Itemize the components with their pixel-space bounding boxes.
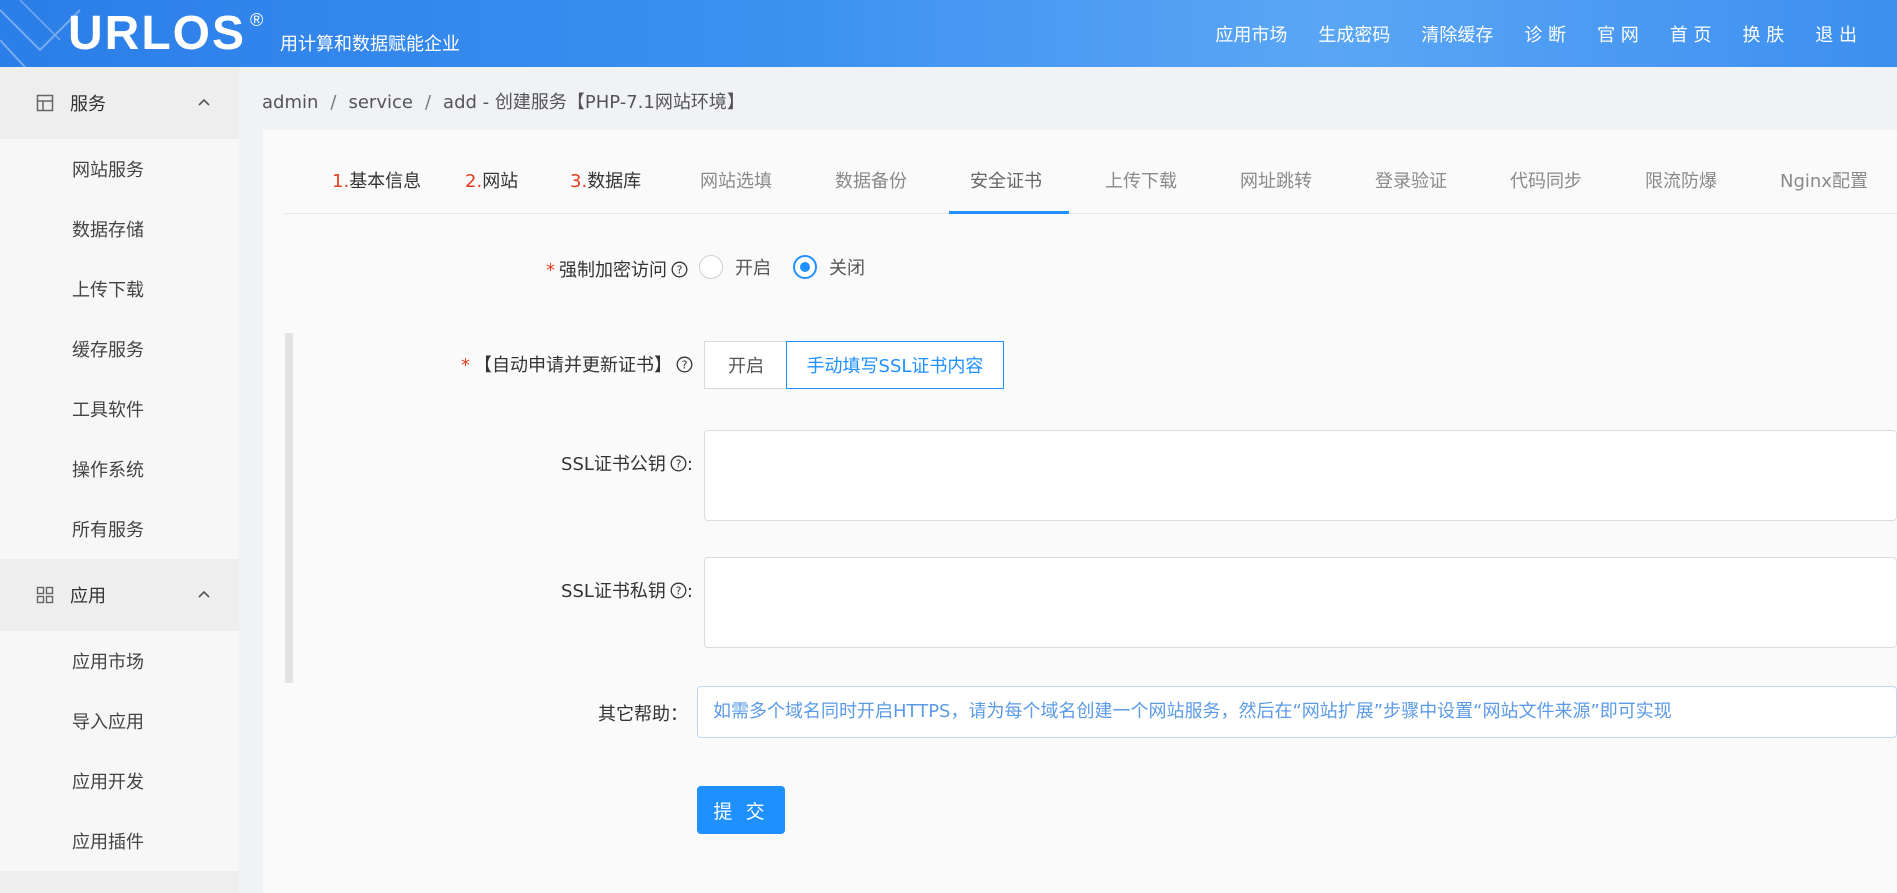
sidebar-group-service[interactable]: 服务 — [0, 67, 239, 139]
sidebar-item-import-app[interactable]: 导入应用 — [0, 691, 239, 751]
tab-url-redirect[interactable]: 网址跳转 — [1240, 150, 1312, 214]
svg-text:?: ? — [676, 585, 682, 598]
tab-ssl-certificate[interactable]: 安全证书 — [970, 150, 1042, 214]
tab-nginx-config[interactable]: Nginx配置 — [1780, 150, 1868, 214]
force-https-on-radio[interactable]: 开启 — [699, 254, 771, 280]
tab-website[interactable]: 2.网站 — [465, 150, 518, 214]
main-content: 1.基本信息 2.网站 3.数据库 网站选填 数据备份 安全证书 上传下载 网址… — [263, 130, 1897, 893]
ssl-public-key-textarea[interactable] — [704, 430, 1897, 521]
radio-circle — [699, 255, 723, 279]
breadcrumb-separator: / — [424, 92, 432, 113]
section-indicator-bar — [285, 333, 293, 683]
help-icon[interactable]: ? — [671, 261, 688, 278]
required-star: * — [546, 260, 555, 281]
breadcrumb-add: add — [443, 92, 477, 113]
sidebar: 服务 网站服务 数据存储 上传下载 缓存服务 工具软件 操作系统 所有服务 应用… — [0, 67, 239, 893]
auto-cert-on-button[interactable]: 开启 — [704, 341, 788, 389]
sidebar-item-upload-download[interactable]: 上传下载 — [0, 259, 239, 319]
breadcrumb: admin / service / add - 创建服务【PHP-7.1网站环境】 — [262, 88, 745, 114]
nav-skin[interactable]: 换 肤 — [1743, 21, 1785, 47]
sidebar-item-app-market[interactable]: 应用市场 — [0, 631, 239, 691]
tab-website-optional[interactable]: 网站选填 — [700, 150, 772, 214]
nav-home[interactable]: 首 页 — [1670, 21, 1712, 47]
sidebar-item-app-plugins[interactable]: 应用插件 — [0, 811, 239, 871]
sidebar-item-os[interactable]: 操作系统 — [0, 439, 239, 499]
manual-ssl-button[interactable]: 手动填写SSL证书内容 — [786, 341, 1004, 389]
force-https-off-radio[interactable]: 关闭 — [793, 254, 865, 280]
nav-official-site[interactable]: 官 网 — [1597, 21, 1639, 47]
nav-logout[interactable]: 退 出 — [1815, 21, 1857, 47]
submit-button[interactable]: 提 交 — [697, 786, 785, 834]
active-tab-indicator — [949, 211, 1069, 214]
sidebar-item-cache-service[interactable]: 缓存服务 — [0, 319, 239, 379]
help-icon[interactable]: ? — [676, 356, 693, 373]
sidebar-item-data-storage[interactable]: 数据存储 — [0, 199, 239, 259]
chevron-up-icon — [198, 590, 210, 598]
tab-basic-info[interactable]: 1.基本信息 — [332, 150, 421, 214]
sidebar-item-website-service[interactable]: 网站服务 — [0, 139, 239, 199]
svg-text:?: ? — [682, 359, 688, 372]
ssl-public-key-label: SSL证书公钥?: — [561, 454, 693, 475]
breadcrumb-separator: / — [330, 92, 337, 113]
breadcrumb-admin[interactable]: admin — [262, 92, 318, 113]
tab-login-auth[interactable]: 登录验证 — [1375, 150, 1447, 214]
other-help-label: 其它帮助： — [598, 704, 688, 725]
top-nav: 应用市场 生成密码 清除缓存 诊 断 官 网 首 页 换 肤 退 出 — [1184, 0, 1857, 67]
tab-code-sync[interactable]: 代码同步 — [1510, 150, 1582, 214]
logo[interactable]: URLOS ® — [68, 6, 265, 61]
nav-generate-password[interactable]: 生成密码 — [1318, 21, 1390, 47]
nav-diagnose[interactable]: 诊 断 — [1524, 21, 1566, 47]
chevron-up-icon — [198, 98, 210, 106]
page-title: 创建服务【PHP-7.1网站环境】 — [494, 92, 745, 113]
ssl-private-key-textarea[interactable] — [704, 557, 1897, 648]
nav-clear-cache[interactable]: 清除缓存 — [1421, 21, 1493, 47]
svg-text:?: ? — [676, 458, 682, 471]
radio-circle — [793, 255, 817, 279]
tab-upload-download[interactable]: 上传下载 — [1105, 150, 1177, 214]
apps-grid-icon — [36, 586, 54, 604]
service-icon — [36, 94, 54, 112]
required-star: * — [461, 355, 470, 376]
ssl-private-key-label: SSL证书私钥?: — [561, 581, 693, 602]
help-icon[interactable]: ? — [670, 455, 687, 472]
breadcrumb-dash: - — [476, 92, 495, 113]
force-https-label: * 强制加密访问? — [538, 256, 688, 282]
help-icon[interactable]: ? — [670, 582, 687, 599]
breadcrumb-service[interactable]: service — [348, 92, 412, 113]
sidebar-item-app-dev[interactable]: 应用开发 — [0, 751, 239, 811]
other-help-box: 如需多个域名同时开启HTTPS，请为每个域名创建一个网站服务，然后在“网站扩展”… — [697, 686, 1897, 738]
slogan: 用计算和数据赋能企业 — [280, 34, 460, 55]
tab-bar: 1.基本信息 2.网站 3.数据库 网站选填 数据备份 安全证书 上传下载 网址… — [285, 150, 1897, 214]
nav-app-market[interactable]: 应用市场 — [1215, 21, 1287, 47]
sidebar-group-label: 服务 — [70, 94, 106, 115]
sidebar-item-tools[interactable]: 工具软件 — [0, 379, 239, 439]
top-header: URLOS ® 用计算和数据赋能企业 应用市场 生成密码 清除缓存 诊 断 官 网… — [0, 0, 1897, 67]
sidebar-footer — [0, 871, 239, 893]
tab-rate-limit[interactable]: 限流防爆 — [1645, 150, 1717, 214]
auto-cert-label: * 【自动申请并更新证书】? — [453, 351, 693, 377]
sidebar-item-all-services[interactable]: 所有服务 — [0, 499, 239, 559]
sidebar-group-apps[interactable]: 应用 — [0, 559, 239, 631]
sidebar-group-label: 应用 — [70, 586, 106, 607]
tab-data-backup[interactable]: 数据备份 — [835, 150, 907, 214]
tab-database[interactable]: 3.数据库 — [570, 150, 641, 214]
svg-text:?: ? — [677, 264, 683, 277]
